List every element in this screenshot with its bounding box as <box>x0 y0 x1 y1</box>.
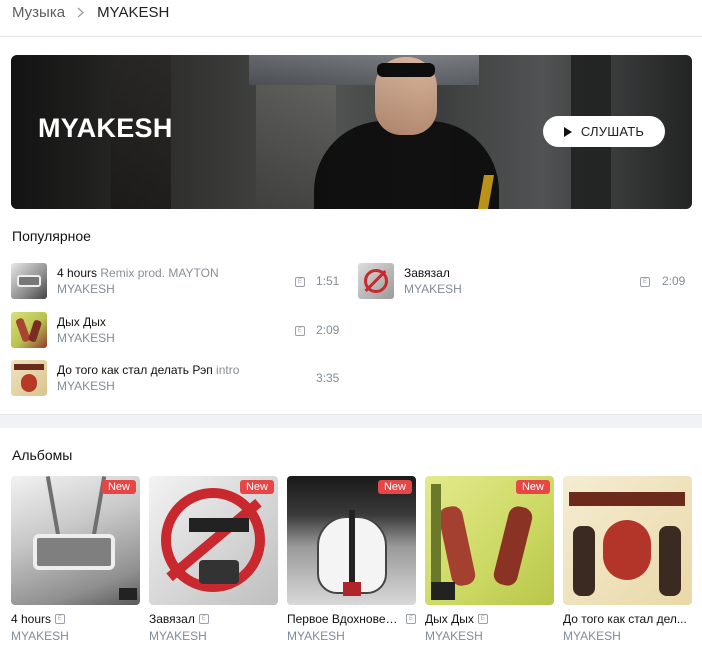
album-card[interactable]: New 4 hours E MYAKESH <box>11 476 140 643</box>
artist-name: MYAKESH <box>38 113 173 143</box>
track-duration: 2:09 <box>662 274 686 288</box>
album-card[interactable]: New Первое Вдохновен... E MYAKESH <box>287 476 416 643</box>
album-artist-link[interactable]: MYAKESH <box>11 629 69 643</box>
track-duration: 1:51 <box>316 274 340 288</box>
album-artist-link[interactable]: MYAKESH <box>287 629 345 643</box>
track-row[interactable]: 4 hours Remix prod. MAYTON MYAKESH E 1:5… <box>11 261 341 301</box>
new-badge: New <box>515 480 550 494</box>
explicit-icon: E <box>198 614 209 624</box>
album-artist-link[interactable]: MYAKESH <box>149 629 207 643</box>
explicit-icon: E <box>406 614 416 624</box>
album-title[interactable]: Первое Вдохновен... E <box>287 612 416 626</box>
chevron-right-icon <box>77 6 87 18</box>
track-title: Завязал <box>404 266 450 280</box>
track-artist-link[interactable]: MYAKESH <box>57 378 239 394</box>
track-artist-link[interactable]: MYAKESH <box>57 281 219 297</box>
new-badge: New <box>377 480 412 494</box>
album-card[interactable]: До того как стал дел... MYAKESH <box>563 476 692 643</box>
albums-heading: Альбомы <box>12 447 73 463</box>
track-duration: 3:35 <box>316 371 340 385</box>
album-title[interactable]: 4 hours E <box>11 612 66 626</box>
album-title[interactable]: Дых Дых E <box>425 612 488 626</box>
track-cover[interactable] <box>11 360 47 396</box>
album-title[interactable]: До того как стал дел... <box>563 612 687 626</box>
listen-button-label: СЛУШАТЬ <box>580 124 645 139</box>
popular-heading: Популярное <box>12 228 91 244</box>
new-badge: New <box>239 480 274 494</box>
album-card[interactable]: New Завязал E MYAKESH <box>149 476 278 643</box>
track-title: До того как стал делать Рэп intro <box>57 363 240 377</box>
track-row[interactable]: Дых Дых MYAKESH E 2:09 <box>11 310 341 350</box>
explicit-icon: E <box>295 277 305 287</box>
artist-hero-banner: MYAKESH СЛУШАТЬ <box>11 55 692 209</box>
album-artist-link[interactable]: MYAKESH <box>425 629 483 643</box>
explicit-icon: E <box>640 277 650 287</box>
explicit-icon: E <box>55 614 66 624</box>
divider <box>0 36 702 37</box>
track-cover[interactable] <box>11 263 47 299</box>
breadcrumb-root-link[interactable]: Музыка <box>12 4 65 21</box>
track-cover[interactable] <box>358 263 394 299</box>
track-row[interactable]: Завязал MYAKESH E 2:09 <box>358 261 688 301</box>
breadcrumb: Музыка MYAKESH <box>12 0 169 24</box>
track-artist-link[interactable]: MYAKESH <box>57 330 115 346</box>
explicit-icon: E <box>295 326 305 336</box>
album-cover[interactable]: New <box>11 476 140 605</box>
album-cover[interactable] <box>563 476 692 605</box>
track-cover[interactable] <box>11 312 47 348</box>
album-card[interactable]: New Дых Дых E MYAKESH <box>425 476 554 643</box>
album-cover[interactable]: New <box>425 476 554 605</box>
track-duration: 2:09 <box>316 323 340 337</box>
play-icon <box>563 126 572 137</box>
album-cover[interactable]: New <box>149 476 278 605</box>
album-cover[interactable]: New <box>287 476 416 605</box>
listen-button[interactable]: СЛУШАТЬ <box>543 116 665 147</box>
track-title: 4 hours Remix prod. MAYTON <box>57 266 219 280</box>
album-title[interactable]: Завязал E <box>149 612 209 626</box>
album-artist-link[interactable]: MYAKESH <box>563 629 621 643</box>
explicit-icon: E <box>477 614 488 624</box>
track-artist-link[interactable]: MYAKESH <box>404 281 462 297</box>
track-row[interactable]: До того как стал делать Рэп intro MYAKES… <box>11 358 341 398</box>
track-title: Дых Дых <box>57 315 106 329</box>
section-divider <box>0 414 702 428</box>
breadcrumb-current: MYAKESH <box>97 3 170 21</box>
new-badge: New <box>101 480 136 494</box>
